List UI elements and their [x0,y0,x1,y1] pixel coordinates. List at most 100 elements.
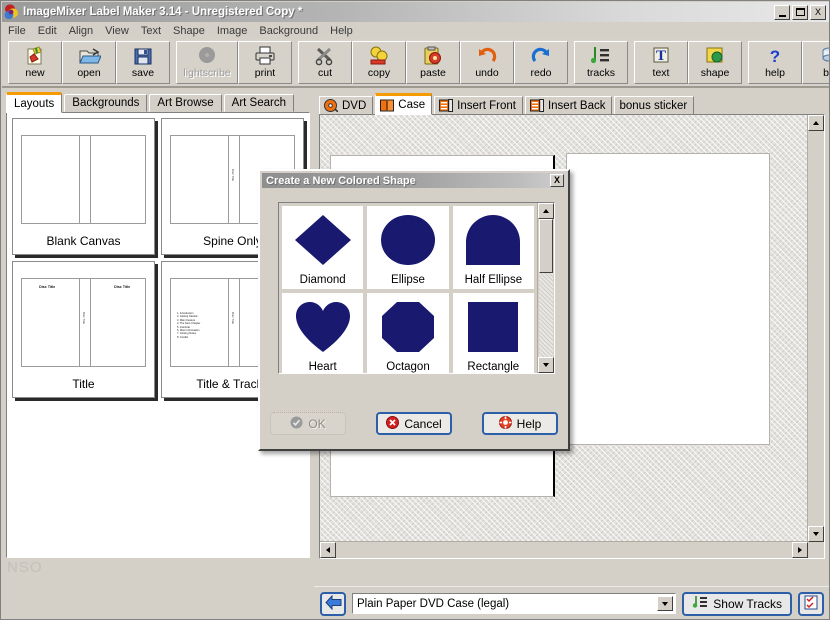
toolbar-label-new: new [25,67,45,79]
scrollbar-corner [808,542,824,558]
shape-option-octagon[interactable]: Octagon [367,293,449,373]
shape-grid: Diamond Ellipse Half Ellipse Heart Octag… [279,203,537,373]
toolbar-label-shape: shape [700,67,730,79]
bottom-bar: Plain Paper DVD Case (legal) Show Tracks [314,586,829,619]
menu-item-edit[interactable]: Edit [32,24,63,38]
left-panel-tabs: Layouts Backgrounds Art Browse Art Searc… [6,92,296,113]
scissors-icon [313,45,337,67]
menu-item-image[interactable]: Image [211,24,254,38]
toolbar-button-copy[interactable]: copy [352,41,406,84]
toolbar-label-redo: redo [530,67,552,79]
shape-option-heart[interactable]: Heart [282,293,364,373]
toolbar: new open save lightscribe print cut copy… [2,39,829,88]
dialog-close-button[interactable]: X [550,174,564,187]
tab-case-label: Case [398,99,426,111]
toolbar-button-burn[interactable]: bu [802,41,829,84]
tab-insert-back[interactable]: Insert Back [524,96,613,115]
shape-scroll-thumb[interactable] [539,219,553,273]
undo-arrow-icon [475,45,499,67]
toolbar-button-shape[interactable]: shape [688,41,742,84]
cancel-label: Cancel [404,416,442,431]
tab-insert-front[interactable]: Insert Front [434,96,523,115]
paper-type-select[interactable]: Plain Paper DVD Case (legal) [352,593,677,614]
help-button[interactable]: Help [482,412,558,435]
svg-text:?: ? [770,47,780,66]
menu-item-view[interactable]: View [99,24,135,38]
toolbar-button-cut[interactable]: cut [298,41,352,84]
burn-disc-icon [817,45,829,67]
rectangle-icon [453,293,534,361]
menu-item-help[interactable]: Help [324,24,359,38]
layout-item-blank-canvas[interactable]: Blank Canvas [12,118,155,255]
tab-art-browse[interactable]: Art Browse [149,94,222,112]
shape-scroll-up-button[interactable] [538,203,554,219]
shape-scroll-down-button[interactable] [538,357,554,373]
application-window: ImageMixer Label Maker 3.14 - Unregister… [0,0,830,620]
back-button[interactable] [320,591,346,616]
menu-item-shape[interactable]: Shape [167,24,211,38]
toolbar-button-undo[interactable]: undo [460,41,514,84]
close-button[interactable]: X [810,4,826,20]
canvas-vertical-scrollbar[interactable] [807,115,824,542]
menu-item-align[interactable]: Align [63,24,99,38]
menu-item-text[interactable]: Text [135,24,167,38]
toolbar-button-print[interactable]: print [238,41,292,84]
toolbar-button-paste[interactable]: paste [406,41,460,84]
shape-option-rectangle[interactable]: Rectangle [452,293,534,373]
checklist-icon [804,595,818,613]
toolbar-button-text[interactable]: T text [634,41,688,84]
toolbar-button-open[interactable]: open [62,41,116,84]
paper-type-dropdown-button[interactable] [657,596,674,611]
menu-item-file[interactable]: File [2,24,32,38]
close-icon: X [553,175,560,185]
tab-case[interactable]: Case [375,93,433,115]
tab-art-browse-label: Art Browse [157,97,214,109]
tab-dvd[interactable]: DVD [319,96,374,115]
chevron-up-icon [543,209,549,213]
insert-back-icon [529,99,544,112]
case-wrap-right-page[interactable] [566,153,770,445]
scroll-down-button[interactable] [808,526,824,542]
redo-arrow-icon [529,45,553,67]
dialog-button-row: OK Cancel Help [260,412,568,435]
shape-option-half-ellipse[interactable]: Half Ellipse [452,206,534,289]
toolbar-button-save[interactable]: save [116,41,170,84]
tab-art-search[interactable]: Art Search [223,94,294,112]
diamond-icon [282,206,363,274]
toolbar-label-text: text [652,67,670,79]
tab-bonus-sticker[interactable]: bonus sticker [614,96,695,115]
minimize-button[interactable] [774,4,790,20]
shape-scroll-track[interactable] [539,273,553,357]
scroll-right-button[interactable] [792,542,808,558]
tab-layouts[interactable]: Layouts [6,92,63,113]
toolbar-button-help[interactable]: ? help [748,41,802,84]
toolbar-label-burn: bu [823,67,829,79]
toolbar-button-tracks[interactable]: tracks [574,41,628,84]
show-tracks-button[interactable]: Show Tracks [682,591,792,616]
maximize-button[interactable] [792,4,808,20]
ok-button[interactable]: OK [270,412,346,435]
shape-option-diamond[interactable]: Diamond [282,206,364,289]
cancel-button[interactable]: Cancel [376,412,452,435]
new-document-icon [23,45,47,67]
shape-option-ellipse[interactable]: Ellipse [367,206,449,289]
layout-preview [21,135,146,224]
layout-item-title[interactable]: Disc Title Disc Title Disc Title Title [12,261,155,398]
tab-backgrounds[interactable]: Backgrounds [64,94,148,112]
half-ellipse-icon [453,206,534,274]
scroll-left-button[interactable] [320,542,336,558]
menu-item-background[interactable]: Background [253,24,324,38]
toolbar-button-new[interactable]: new [8,41,62,84]
checklist-button[interactable] [798,591,824,616]
toolbar-button-redo[interactable]: redo [514,41,568,84]
layout-preview: Disc Title Disc Title Disc Title [21,278,146,367]
scroll-up-button[interactable] [808,115,824,131]
shape-list-scrollbar[interactable] [537,203,554,373]
insert-front-icon [439,99,454,112]
octagon-icon [367,293,448,361]
tracks-list-icon [589,45,613,67]
toolbar-label-open: open [77,67,101,79]
toolbar-button-lightscribe[interactable]: lightscribe [176,41,238,84]
ok-check-icon [290,416,303,432]
canvas-horizontal-scrollbar[interactable] [320,541,808,558]
